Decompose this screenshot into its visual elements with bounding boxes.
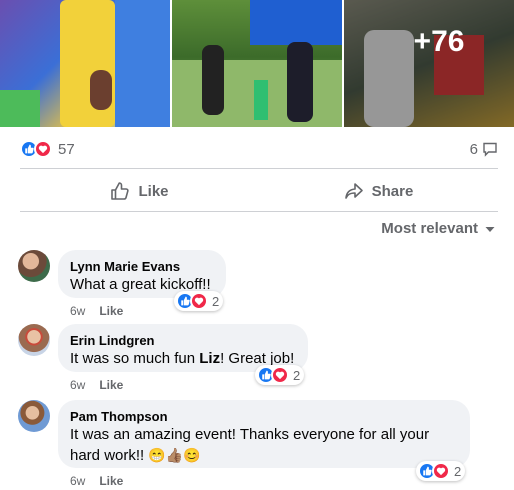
comment-text-line-1: It was an amazing event! Thanks everyone… bbox=[70, 426, 430, 443]
thumbs-up-icon bbox=[111, 182, 130, 200]
comment-reaction-count: 2 bbox=[293, 367, 301, 383]
comment-reaction-count: 2 bbox=[212, 293, 220, 309]
love-reaction-icon bbox=[34, 140, 52, 158]
photo-grid: +76 bbox=[0, 0, 514, 127]
photo-bounce-house[interactable] bbox=[0, 0, 170, 127]
comment-like-link[interactable]: Like bbox=[99, 304, 123, 318]
love-reaction-icon bbox=[432, 462, 450, 480]
caret-down-icon bbox=[485, 226, 495, 232]
comment-like-link[interactable]: Like bbox=[99, 474, 123, 488]
avatar[interactable] bbox=[18, 250, 50, 282]
reaction-summary: 57 6 bbox=[20, 136, 498, 162]
like-button[interactable]: Like bbox=[20, 172, 259, 210]
comment-age[interactable]: 6w bbox=[70, 304, 85, 318]
comment-reactions[interactable]: 2 bbox=[255, 365, 305, 385]
share-button[interactable]: Share bbox=[259, 172, 498, 210]
comment-bubble: Pam Thompson It was an amazing event! Th… bbox=[58, 400, 470, 468]
reaction-count[interactable]: 57 bbox=[58, 141, 75, 158]
comment-reactions[interactable]: 2 bbox=[174, 291, 224, 311]
share-arrow-icon bbox=[344, 183, 363, 199]
comment-author[interactable]: Erin Lindgren bbox=[70, 332, 296, 349]
reaction-icons[interactable] bbox=[20, 140, 52, 158]
comment-emojis: 😁👍🏽😊 bbox=[148, 447, 201, 463]
divider-top bbox=[20, 168, 498, 169]
comment-count-link[interactable]: 6 bbox=[470, 141, 498, 158]
comment-author[interactable]: Pam Thompson bbox=[70, 408, 458, 425]
photo-more[interactable]: +76 bbox=[344, 0, 514, 127]
comment-icon bbox=[483, 142, 497, 157]
avatar[interactable] bbox=[18, 324, 50, 356]
comment-meta: 6w Like bbox=[70, 378, 123, 392]
comment-item: Pam Thompson It was an amazing event! Th… bbox=[18, 400, 498, 490]
action-bar: Like Share bbox=[20, 172, 498, 210]
comment-meta: 6w Like bbox=[70, 304, 123, 318]
comment-author[interactable]: Lynn Marie Evans bbox=[70, 258, 214, 275]
sort-label: Most relevant bbox=[381, 220, 478, 237]
comment-age[interactable]: 6w bbox=[70, 474, 85, 488]
comment-item: Erin Lindgren It was so much fun Liz! Gr… bbox=[18, 324, 498, 394]
sort-dropdown[interactable]: Most relevant bbox=[381, 220, 496, 237]
comment-reaction-count: 2 bbox=[454, 463, 462, 479]
love-reaction-icon bbox=[271, 366, 289, 384]
comment-meta: 6w Like bbox=[70, 474, 123, 488]
share-button-label: Share bbox=[371, 182, 414, 200]
avatar[interactable] bbox=[18, 400, 50, 432]
comment-like-link[interactable]: Like bbox=[99, 378, 123, 392]
more-photos-count: +76 bbox=[413, 24, 465, 58]
photo-booth-tent[interactable] bbox=[172, 0, 342, 127]
comment-age[interactable]: 6w bbox=[70, 378, 85, 392]
comment-text-line-2: hard work!! 😁👍🏽😊 bbox=[70, 447, 201, 464]
like-button-label: Like bbox=[138, 182, 169, 200]
more-photos-overlay[interactable]: +76 bbox=[344, 0, 514, 127]
love-reaction-icon bbox=[190, 292, 208, 310]
comment-item: Lynn Marie Evans What a great kickoff!! … bbox=[18, 250, 498, 320]
mention-link[interactable]: Liz bbox=[199, 350, 220, 367]
comment-count: 6 bbox=[469, 140, 478, 158]
divider-bottom bbox=[20, 211, 498, 212]
comment-reactions[interactable]: 2 bbox=[416, 461, 466, 481]
